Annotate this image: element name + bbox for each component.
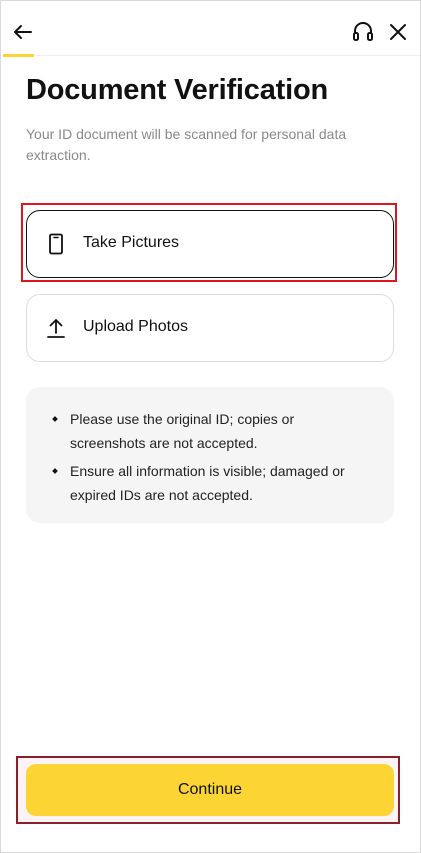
header-divider [34,55,420,56]
page-subtitle: Your ID document will be scanned for per… [26,126,347,163]
back-button[interactable] [10,19,36,45]
notice-item-text: Ensure all information is visible; damag… [70,463,345,503]
continue-button[interactable]: Continue [26,764,394,816]
upload-photos-label: Upload Photos [83,318,188,335]
upload-icon [45,317,67,339]
selection-highlight [21,203,397,282]
support-button[interactable] [350,19,376,45]
arrow-left-icon [14,25,32,39]
bullet-icon [52,468,58,474]
page-title: Document Verification [26,74,328,106]
upload-photos-option[interactable]: Upload Photos [26,294,394,362]
headset-icon [353,22,373,41]
bullet-icon [52,416,58,422]
notice-item-text: Please use the original ID; copies or sc… [70,411,295,451]
top-bar [0,0,421,58]
requirements-notice: Please use the original ID; copies or sc… [26,387,394,523]
progress-indicator [3,54,34,57]
close-icon [390,24,406,40]
close-button[interactable] [385,19,411,45]
